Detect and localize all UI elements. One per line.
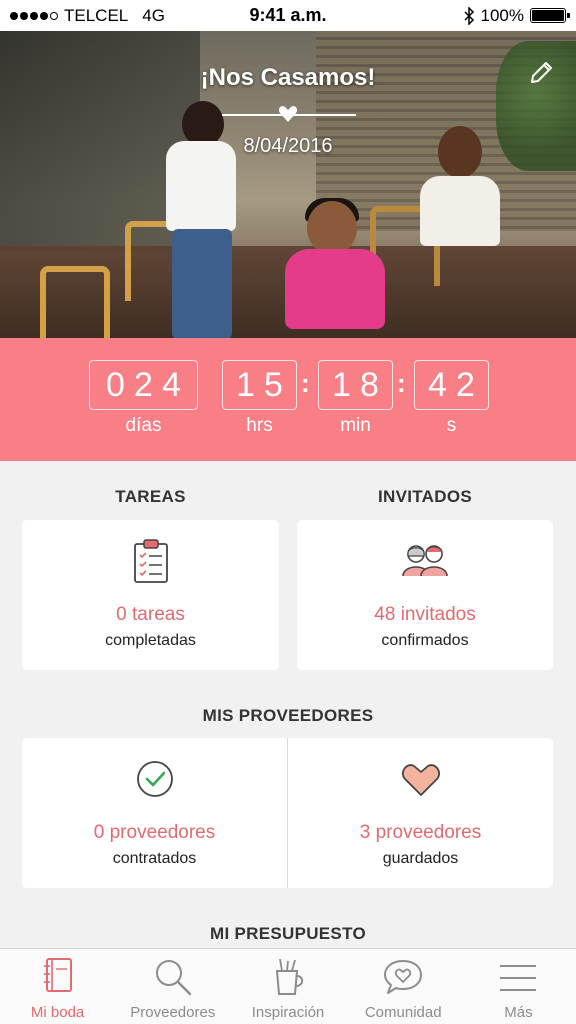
- vendors-card: 0 proveedores contratados 3 proveedores …: [22, 738, 553, 888]
- minutes-digit: 1: [332, 365, 351, 404]
- hours-counter: 1 5: [222, 360, 297, 410]
- hired-vendors-count: 0 proveedores: [93, 822, 216, 843]
- status-bar: TELCEL 4G 9:41 a.m. 100%: [0, 0, 576, 31]
- battery-info: 100%: [463, 5, 570, 26]
- heart-icon: [278, 106, 298, 122]
- minutes-digit: 8: [360, 365, 379, 404]
- guests-status: confirmados: [381, 632, 469, 649]
- seconds-digit: 4: [428, 365, 447, 404]
- hired-vendors[interactable]: 0 proveedores contratados: [22, 738, 287, 888]
- minutes-label: min: [340, 415, 371, 436]
- saved-vendors[interactable]: 3 proveedores guardados: [288, 738, 553, 888]
- tab-mi-boda[interactable]: Mi boda: [0, 949, 115, 1024]
- days-label: días: [125, 415, 162, 436]
- menu-icon: [500, 965, 537, 991]
- notebook-icon: [43, 958, 72, 992]
- craft-cup-icon: [275, 958, 304, 995]
- heart-icon: [401, 764, 440, 796]
- time-separator: :: [301, 368, 310, 398]
- tab-bar: Mi boda Proveedores Inspiración Comunida…: [0, 948, 576, 1024]
- hero-photo: ¡Nos Casamos! 8/04/2016: [0, 31, 576, 338]
- hours-label: hrs: [246, 415, 273, 436]
- minutes-counter: 1 8: [318, 360, 393, 410]
- clipboard-checklist-icon: [133, 539, 168, 583]
- bluetooth-icon: [463, 6, 474, 25]
- wedding-date: 8/04/2016: [243, 135, 333, 157]
- hours-digit: 5: [264, 365, 283, 404]
- guests-count: 48 invitados: [374, 604, 476, 625]
- signal-strength-icon: [10, 11, 58, 20]
- guests-icon: [402, 545, 448, 577]
- vendors-title: MIS PROVEEDORES: [202, 706, 374, 725]
- saved-vendors-status: guardados: [382, 850, 459, 867]
- tasks-status: completadas: [105, 632, 196, 649]
- tab-mas[interactable]: Más: [461, 949, 576, 1024]
- guests-card[interactable]: 48 invitados confirmados: [297, 520, 553, 670]
- days-digit: 2: [134, 365, 153, 404]
- tab-label: Proveedores: [130, 1004, 216, 1021]
- days-counter: 0 2 4: [89, 360, 198, 410]
- tab-label: Inspiración: [251, 1004, 325, 1021]
- tab-label: Más: [504, 1004, 533, 1021]
- hired-vendors-status: contratados: [112, 850, 197, 867]
- time-separator: :: [397, 368, 406, 398]
- network-type: 4G: [142, 5, 165, 25]
- saved-vendors-count: 3 proveedores: [359, 822, 482, 843]
- days-digit: 0: [106, 365, 125, 404]
- days-digit: 4: [162, 365, 181, 404]
- seconds-digit: 2: [456, 365, 475, 404]
- search-icon: [155, 960, 191, 996]
- wedding-title: ¡Nos Casamos!: [200, 64, 376, 91]
- carrier-name: TELCEL: [64, 5, 129, 25]
- tab-proveedores[interactable]: Proveedores: [115, 949, 230, 1024]
- carrier-info: TELCEL 4G: [10, 6, 165, 26]
- pencil-icon: [531, 62, 552, 83]
- tab-comunidad[interactable]: Comunidad: [346, 949, 461, 1024]
- tab-label: Mi boda: [30, 1004, 85, 1021]
- battery-icon: [530, 8, 570, 23]
- guests-title: INVITADOS: [377, 487, 472, 506]
- budget-title: MI PRESUPUESTO: [210, 924, 366, 943]
- seconds-counter: 4 2: [414, 360, 489, 410]
- tab-label: Comunidad: [364, 1004, 442, 1021]
- countdown: 0 2 4 1 5 : 1 8 : 4 2 días hrs min s: [0, 338, 576, 461]
- edit-button[interactable]: [526, 58, 556, 88]
- tasks-count: 0 tareas: [116, 604, 185, 625]
- seconds-label: s: [446, 415, 457, 436]
- tasks-card[interactable]: 0 tareas completadas: [22, 520, 279, 670]
- battery-percent: 100%: [480, 5, 524, 25]
- tab-inspiracion[interactable]: Inspiración: [230, 949, 345, 1024]
- hours-digit: 1: [236, 365, 255, 404]
- check-circle-icon: [136, 761, 173, 797]
- tasks-title: TAREAS: [115, 487, 186, 506]
- chat-heart-icon: [384, 960, 423, 994]
